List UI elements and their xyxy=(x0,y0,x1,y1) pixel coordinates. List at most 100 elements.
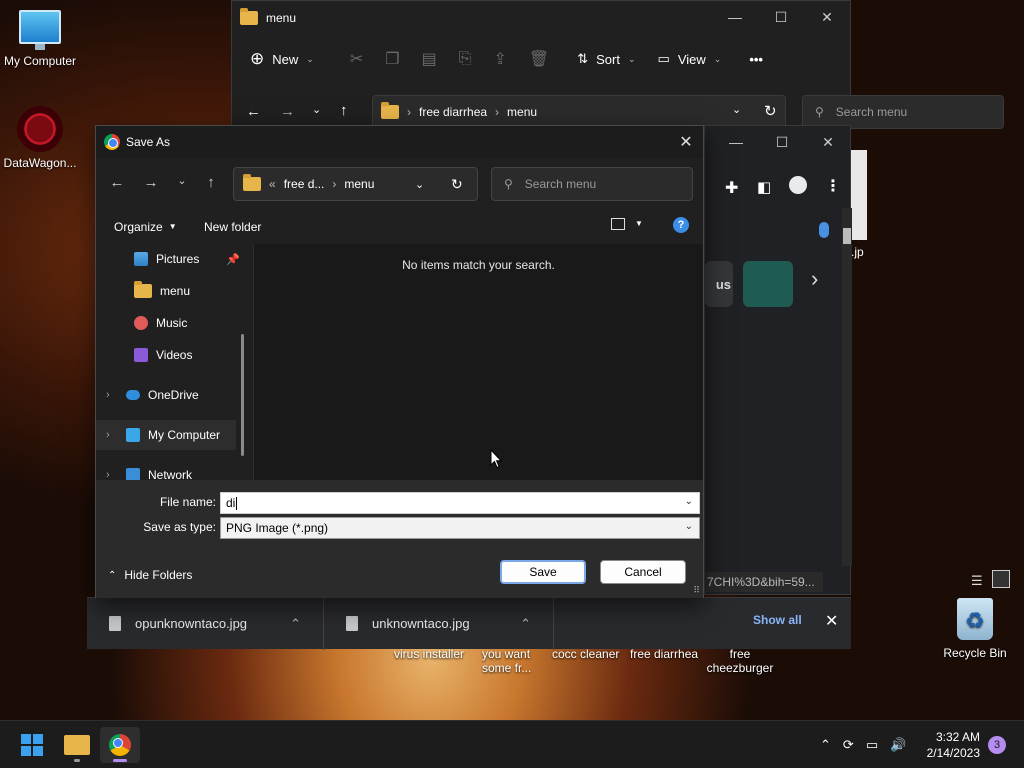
forward-arrow-icon[interactable]: → xyxy=(280,103,295,120)
rename-icon[interactable]: ⎘ xyxy=(459,50,472,68)
maximize-button[interactable]: ☐ xyxy=(758,1,804,33)
help-icon[interactable]: ? xyxy=(673,217,689,233)
resize-grip-icon[interactable]: ⠿ xyxy=(693,585,700,596)
nav-item-onedrive[interactable]: › OneDrive xyxy=(96,380,236,410)
organize-button[interactable]: Organize ▼ xyxy=(114,220,177,234)
explorer-address-bar[interactable]: › free diarrhea › menu xyxy=(372,95,786,129)
desktop-icon-label: Recycle Bin xyxy=(943,646,1007,660)
nav-pane-scrollbar[interactable] xyxy=(241,334,244,456)
back-arrow-icon[interactable]: ← xyxy=(246,103,261,120)
profile-icon[interactable] xyxy=(789,176,807,194)
up-arrow-icon[interactable]: ↑ xyxy=(340,102,348,119)
notification-badge[interactable]: 3 xyxy=(988,736,1006,754)
share-icon[interactable]: ⇪ xyxy=(494,49,507,69)
show-all-button[interactable]: Show all xyxy=(753,613,802,627)
nav-item-pictures[interactable]: Pictures 📌 xyxy=(96,244,240,274)
side-panel-icon[interactable]: ◧ xyxy=(757,178,771,196)
delete-icon[interactable]: 🗑 xyxy=(529,49,549,69)
chevron-up-icon[interactable]: ⌃ xyxy=(820,737,831,753)
nav-item-music[interactable]: Music xyxy=(96,308,236,338)
desktop-caption[interactable]: free diarrhea xyxy=(630,647,698,661)
chevron-right-icon[interactable]: › xyxy=(106,429,110,441)
hide-folders-button[interactable]: ⌃ Hide Folders xyxy=(108,568,192,582)
chevron-up-icon[interactable]: ⌃ xyxy=(290,616,301,632)
up-arrow-icon[interactable]: ↑ xyxy=(200,174,222,191)
desktop-caption[interactable]: you want some fr... xyxy=(482,647,542,675)
download-item[interactable]: opunknowntaco.jpg ⌃ xyxy=(87,597,324,650)
pin-icon[interactable]: 📌 xyxy=(226,253,240,266)
nav-item-menu[interactable]: menu xyxy=(96,276,236,306)
chevron-right-icon[interactable]: › xyxy=(811,266,818,292)
new-button[interactable]: ⊕ New ⌄ xyxy=(250,49,314,69)
sync-icon[interactable]: ⟳ xyxy=(843,737,854,753)
close-button[interactable]: ✕ xyxy=(669,126,703,158)
address-dropdown-icon[interactable]: ⌄ xyxy=(415,178,424,191)
desktop-caption[interactable]: cocc cleaner xyxy=(552,647,619,661)
nav-item-my-computer[interactable]: › My Computer xyxy=(96,420,236,450)
breadcrumb-overflow[interactable]: « xyxy=(269,177,276,191)
nav-item-network[interactable]: › Network xyxy=(96,460,236,480)
microphone-icon[interactable] xyxy=(819,222,829,238)
close-button[interactable]: ✕ xyxy=(805,126,851,158)
taskbar-chrome[interactable] xyxy=(100,727,140,763)
file-name-field[interactable]: di ⌄ xyxy=(220,492,700,514)
start-button[interactable] xyxy=(12,727,52,763)
minimize-button[interactable]: — xyxy=(713,126,759,158)
scrollbar-thumb[interactable] xyxy=(843,228,851,244)
browser-scrollbar[interactable] xyxy=(842,208,852,566)
cut-icon[interactable]: ✂ xyxy=(350,49,363,69)
chevron-up-icon[interactable]: ⌃ xyxy=(520,616,531,632)
forward-arrow-icon[interactable]: → xyxy=(140,174,162,191)
address-dropdown-icon[interactable]: ⌄ xyxy=(732,103,741,116)
desktop-icon-datawagon[interactable]: DataWagon... xyxy=(0,106,80,170)
recent-locations-icon[interactable]: ⌄ xyxy=(171,174,193,187)
breadcrumb-item[interactable]: free diarrhea xyxy=(419,105,487,119)
dialog-search-box[interactable]: ⚲ Search menu xyxy=(491,167,693,201)
file-thumbnail[interactable] xyxy=(851,150,867,240)
copy-icon[interactable]: ❐ xyxy=(385,49,399,69)
taskbar-file-explorer[interactable] xyxy=(57,727,97,763)
desktop-icon-my-computer[interactable]: My Computer xyxy=(0,10,80,68)
search-chip[interactable]: us xyxy=(705,261,733,307)
file-list-pane[interactable]: No items match your search. xyxy=(254,244,703,480)
maximize-button[interactable]: ☐ xyxy=(759,126,805,158)
chevron-down-icon[interactable]: ⌄ xyxy=(685,496,693,507)
explorer-search-box[interactable]: ⚲ Search menu xyxy=(802,95,1004,129)
recent-locations-icon[interactable]: ⌄ xyxy=(312,103,321,116)
tiles-view-icon[interactable] xyxy=(992,570,1010,588)
browser-menu-icon[interactable]: ⋮ xyxy=(825,176,841,196)
system-clock[interactable]: 3:32 AM 2/14/2023 xyxy=(927,729,980,761)
breadcrumb-item[interactable]: menu xyxy=(507,105,537,119)
desktop-caption[interactable]: free cheezburger xyxy=(705,647,775,675)
paste-icon[interactable]: ▤ xyxy=(422,49,437,69)
refresh-icon[interactable]: ↻ xyxy=(451,176,463,193)
back-arrow-icon[interactable]: ← xyxy=(106,174,128,191)
details-view-icon[interactable]: ☰ xyxy=(971,573,983,589)
download-item[interactable]: unknowntaco.jpg ⌃ xyxy=(324,597,554,650)
chevron-right-icon[interactable]: › xyxy=(106,389,110,401)
chevron-right-icon[interactable]: › xyxy=(106,469,110,480)
save-type-select[interactable]: PNG Image (*.png) ⌄ xyxy=(220,517,700,539)
sort-button[interactable]: ⇅ Sort ⌄ xyxy=(577,51,635,67)
minimize-button[interactable]: — xyxy=(712,1,758,33)
more-options-icon[interactable]: ••• xyxy=(749,52,763,67)
chevron-down-icon[interactable]: ▼ xyxy=(635,219,643,228)
refresh-icon[interactable]: ↻ xyxy=(764,102,777,120)
image-chip[interactable] xyxy=(743,261,793,307)
nav-item-videos[interactable]: Videos xyxy=(96,340,236,370)
close-button[interactable]: ✕ xyxy=(804,1,850,33)
view-button[interactable]: ▭ View ⌄ xyxy=(658,51,722,67)
save-button[interactable]: Save xyxy=(500,560,586,584)
desktop-icon-recycle-bin[interactable]: ♻ Recycle Bin xyxy=(935,598,1015,660)
close-icon[interactable]: ✕ xyxy=(825,611,838,631)
view-options-icon[interactable] xyxy=(611,218,625,230)
new-folder-button[interactable]: New folder xyxy=(204,220,261,234)
dialog-address-bar[interactable]: « free d... › menu ⌄ ↻ xyxy=(233,167,478,201)
volume-icon[interactable]: 🔊 xyxy=(890,737,906,753)
network-icon[interactable]: ▭ xyxy=(866,737,878,753)
music-icon xyxy=(134,316,148,330)
breadcrumb-item[interactable]: free d... xyxy=(284,177,325,191)
extensions-icon[interactable]: ✚ xyxy=(725,178,738,198)
cancel-button[interactable]: Cancel xyxy=(600,560,686,584)
breadcrumb-item[interactable]: menu xyxy=(344,177,374,191)
